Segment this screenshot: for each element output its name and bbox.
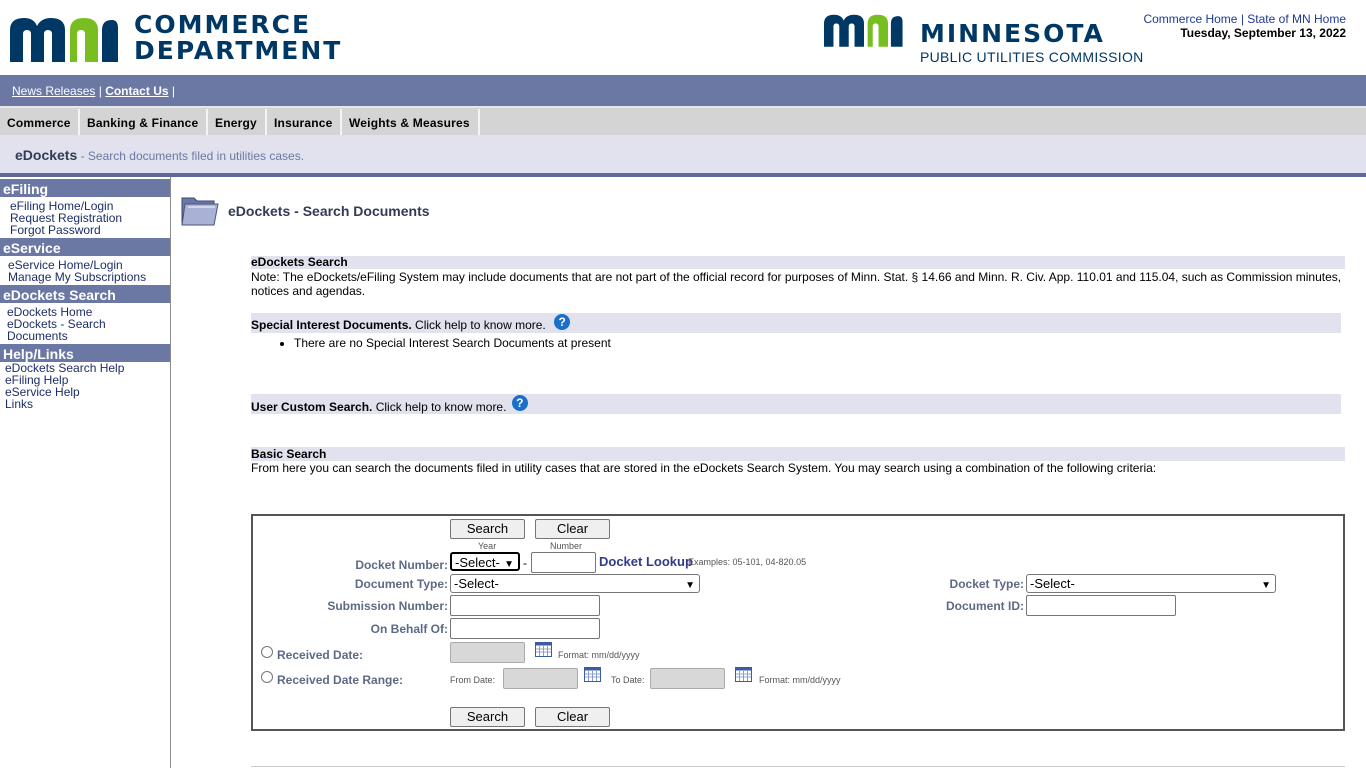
submission-number-label: Submission Number: <box>327 599 448 613</box>
special-interest-list: There are no Special Interest Search Doc… <box>294 336 611 350</box>
sidebar-item-forgot-password[interactable]: Forgot Password <box>10 224 170 236</box>
logo-line-minnesota: MINNESOTA <box>920 19 1105 48</box>
to-date-label: To Date: <box>611 675 645 685</box>
current-date: Tuesday, September 13, 2022 <box>1180 26 1346 40</box>
logo-line-puc: PUBLIC UTILITIES COMMISSION <box>920 49 1144 65</box>
page-title: eDockets - Search Documents <box>228 203 430 219</box>
clear-button-bottom[interactable]: Clear <box>535 707 610 727</box>
edockets-note: Note: The eDockets/eFiling System may in… <box>251 270 1342 298</box>
commerce-department-logo[interactable]: COMMERCE DEPARTMENT <box>10 12 340 64</box>
clear-button[interactable]: Clear <box>535 519 610 539</box>
section-subtitle: - Search documents filed in utilities ca… <box>77 149 305 163</box>
from-date-input[interactable] <box>503 668 578 689</box>
link-separator: | <box>1240 12 1244 26</box>
submission-number-input[interactable] <box>450 595 600 616</box>
sidebar-item-manage-subscriptions[interactable]: Manage My Subscriptions <box>8 271 170 283</box>
help-icon[interactable]: ? <box>511 394 528 411</box>
tab-energy[interactable]: Energy <box>208 109 267 136</box>
calendar-icon[interactable] <box>535 641 552 657</box>
document-type-value: -Select- <box>454 576 499 591</box>
basic-search-description: From here you can search the documents f… <box>251 461 1157 475</box>
chevron-down-icon: ▼ <box>685 580 695 591</box>
calendar-icon[interactable] <box>584 666 601 682</box>
user-custom-search-heading: User Custom Search. Click help to know m… <box>251 394 1341 414</box>
sidebar-heading-eservice: eService <box>0 238 170 256</box>
special-interest-title: Special Interest Documents. <box>251 318 412 332</box>
received-date-label: Received Date: <box>277 648 364 662</box>
year-caption: Year <box>478 541 497 551</box>
minnesota-puc-logo[interactable]: MINNESOTA PUBLIC UTILITIES COMMISSION <box>824 12 1144 68</box>
chevron-down-icon: ▼ <box>504 559 514 570</box>
mn-logo-mark-icon <box>824 14 903 47</box>
nav-separator: | <box>171 84 175 98</box>
on-behalf-of-input[interactable] <box>450 618 600 639</box>
number-caption: Number <box>550 541 583 551</box>
search-button[interactable]: Search <box>450 519 525 539</box>
docket-type-value: -Select- <box>1030 576 1075 591</box>
section-title-bar: eDockets - Search documents filed in uti… <box>0 135 1366 173</box>
docket-year-select[interactable]: -Select- ▼ <box>450 552 520 571</box>
docket-number-label: Docket Number: <box>355 558 448 572</box>
tab-banking-finance[interactable]: Banking & Finance <box>80 109 208 136</box>
sidebar-heading-edockets-search: eDockets Search <box>0 285 170 303</box>
from-date-label: From Date: <box>450 675 496 685</box>
sidebar-heading-efiling: eFiling <box>0 179 170 197</box>
nav-separator: | <box>98 84 102 98</box>
sidebar-item-links[interactable]: Links <box>5 398 170 410</box>
chevron-down-icon: ▼ <box>1261 580 1271 591</box>
tab-insurance[interactable]: Insurance <box>267 109 342 136</box>
site-header: COMMERCE DEPARTMENT MINNESOTA PUBLIC UTI… <box>0 0 1366 75</box>
section-title: eDockets <box>15 147 78 163</box>
search-button-bottom[interactable]: Search <box>450 707 525 727</box>
docket-type-select[interactable]: -Select- ▼ <box>1026 574 1276 593</box>
sidebar-heading-help-links: Help/Links <box>0 344 170 362</box>
document-type-select[interactable]: -Select- ▼ <box>450 574 700 593</box>
mn-logo-mark-icon <box>10 18 118 62</box>
date-range-format: Format: mm/dd/yyyy <box>759 675 841 685</box>
document-type-label: Document Type: <box>354 577 448 591</box>
special-interest-text: Click help to know more. <box>411 318 546 332</box>
received-date-range-radio[interactable] <box>261 671 273 683</box>
document-id-label: Document ID: <box>946 599 1024 613</box>
news-releases-link[interactable]: News Releases <box>12 84 95 98</box>
docket-dash: - <box>523 556 527 570</box>
tab-commerce[interactable]: Commerce <box>0 109 80 136</box>
tab-weights-measures[interactable]: Weights & Measures <box>342 109 480 136</box>
received-date-input[interactable] <box>450 642 525 663</box>
user-custom-search-title: User Custom Search. <box>251 400 373 414</box>
basic-search-heading: Basic Search <box>251 447 1345 461</box>
user-custom-search-text: Click help to know more. <box>372 400 507 414</box>
list-item: There are no Special Interest Search Doc… <box>294 336 611 350</box>
calendar-icon[interactable] <box>735 666 752 682</box>
sidebar: eFiling eFiling Home/Login Request Regis… <box>0 177 171 768</box>
to-date-input[interactable] <box>650 668 725 689</box>
main-tabs: Commerce Banking & Finance Energy Insura… <box>0 106 1366 136</box>
contact-us-link[interactable]: Contact Us <box>105 84 168 98</box>
received-date-format: Format: mm/dd/yyyy <box>558 650 640 660</box>
edockets-search-heading: eDockets Search <box>251 256 1345 269</box>
top-links: Commerce Home | State of MN Home Tuesday… <box>1143 12 1346 40</box>
received-date-range-label: Received Date Range: <box>277 673 404 687</box>
logo-line-department: DEPARTMENT <box>134 36 343 65</box>
special-interest-heading: Special Interest Documents. Click help t… <box>251 313 1341 333</box>
search-form: Search Clear Year Number Docket Number: … <box>251 514 1345 731</box>
bottom-divider <box>251 766 1345 767</box>
document-id-input[interactable] <box>1026 595 1176 616</box>
sidebar-item-documents[interactable]: Documents <box>7 330 170 342</box>
docket-type-label: Docket Type: <box>949 577 1024 591</box>
commerce-home-link[interactable]: Commerce Home <box>1143 12 1237 26</box>
utility-nav-bar: News Releases | Contact Us | <box>0 75 1366 106</box>
title-divider <box>0 173 1366 177</box>
help-icon[interactable]: ? <box>554 313 571 330</box>
docket-examples: Examples: 05-101, 04-820.05 <box>688 557 807 567</box>
received-date-radio[interactable] <box>261 646 273 658</box>
docket-lookup-link[interactable]: Docket Lookup <box>599 554 693 569</box>
logo-line-commerce: COMMERCE <box>134 10 312 39</box>
on-behalf-of-label: On Behalf Of: <box>370 622 448 636</box>
docket-year-value: -Select- <box>455 555 500 570</box>
docket-number-input[interactable] <box>531 552 596 573</box>
state-mn-home-link[interactable]: State of MN Home <box>1247 12 1346 26</box>
folder-icon <box>181 197 219 226</box>
